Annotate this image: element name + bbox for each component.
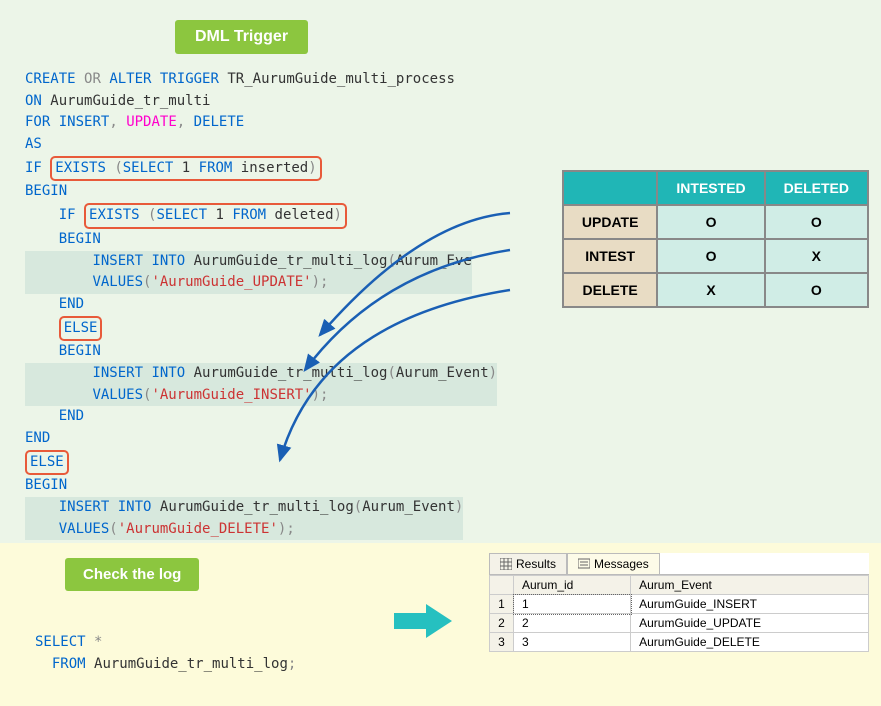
kw-on: ON: [25, 93, 42, 109]
kw-end1: END: [25, 430, 50, 446]
kw-if2: IF: [59, 207, 76, 223]
dim-delete-block: INSERT INTO AurumGuide_tr_multi_log(Auru…: [25, 497, 463, 540]
kw-trigger: TRIGGER: [160, 71, 219, 87]
lower-panel: Check the log SELECT * FROM AurumGuide_t…: [0, 543, 881, 706]
truth-row-delete: DELETE X O: [563, 273, 868, 307]
truth-hdr-intested: INTESTED: [657, 171, 764, 205]
truth-hdr-deleted: DELETED: [765, 171, 868, 205]
kw-begin1: BEGIN: [25, 183, 67, 199]
results-grid: Aurum_id Aurum_Event 1 1 AurumGuide_INSE…: [489, 575, 869, 652]
kw-create: CREATE: [25, 71, 76, 87]
highlight-else-outer: ELSE: [25, 450, 69, 476]
grid-row: 3 3 AurumGuide_DELETE: [490, 633, 869, 652]
big-arrow-icon: [394, 601, 454, 641]
kw-end2: END: [59, 296, 84, 312]
col-aurum-id: Aurum_id: [514, 576, 631, 595]
results-pane: Results Messages Aurum_id Aurum_Event 1 …: [489, 553, 869, 652]
kw-or: OR: [84, 71, 101, 87]
trigger-name: TR_AurumGuide_multi_process: [227, 71, 455, 87]
truth-blank-header: [563, 171, 658, 205]
dim-update-block: INSERT INTO AurumGuide_tr_multi_log(Auru…: [25, 251, 472, 294]
kw-as: AS: [25, 136, 42, 152]
highlight-else-inner: ELSE: [59, 316, 103, 342]
highlight-exists-deleted: EXISTS (SELECT 1 FROM deleted): [84, 203, 347, 229]
check-log-badge: Check the log: [65, 558, 199, 591]
kw-end3: END: [59, 408, 84, 424]
kw-begin3: BEGIN: [59, 343, 101, 359]
kw-update: UPDATE: [126, 114, 177, 130]
kw-for: FOR: [25, 114, 50, 130]
kw-insert: INSERT: [59, 114, 110, 130]
dim-insert-block: INSERT INTO AurumGuide_tr_multi_log(Auru…: [25, 363, 497, 406]
message-icon: [578, 558, 590, 570]
truth-row-intest: INTEST O X: [563, 239, 868, 273]
upper-panel: DML Trigger CREATE OR ALTER TRIGGER TR_A…: [0, 0, 881, 543]
kw-begin4: BEGIN: [25, 477, 67, 493]
truth-row-update: UPDATE O O: [563, 205, 868, 239]
messages-tab[interactable]: Messages: [567, 553, 660, 574]
highlight-exists-inserted: EXISTS (SELECT 1 FROM inserted): [50, 156, 321, 182]
table-name: AurumGuide_tr_multi: [50, 93, 210, 109]
results-tabs: Results Messages: [489, 553, 869, 575]
kw-alter: ALTER: [109, 71, 151, 87]
grid-row: 1 1 AurumGuide_INSERT: [490, 595, 869, 614]
grid-row: 2 2 AurumGuide_UPDATE: [490, 614, 869, 633]
col-aurum-event: Aurum_Event: [631, 576, 869, 595]
dml-trigger-badge: DML Trigger: [175, 20, 308, 54]
grid-header-row: Aurum_id Aurum_Event: [490, 576, 869, 595]
sql-code-block: CREATE OR ALTER TRIGGER TR_AurumGuide_mu…: [25, 69, 856, 562]
grid-icon: [500, 558, 512, 570]
kw-begin2: BEGIN: [59, 231, 101, 247]
results-tab[interactable]: Results: [489, 553, 567, 574]
kw-delete: DELETE: [194, 114, 245, 130]
kw-if1: IF: [25, 160, 42, 176]
truth-table: INTESTED DELETED UPDATE O O INTEST O X D…: [562, 170, 869, 308]
rownum-header: [490, 576, 514, 595]
